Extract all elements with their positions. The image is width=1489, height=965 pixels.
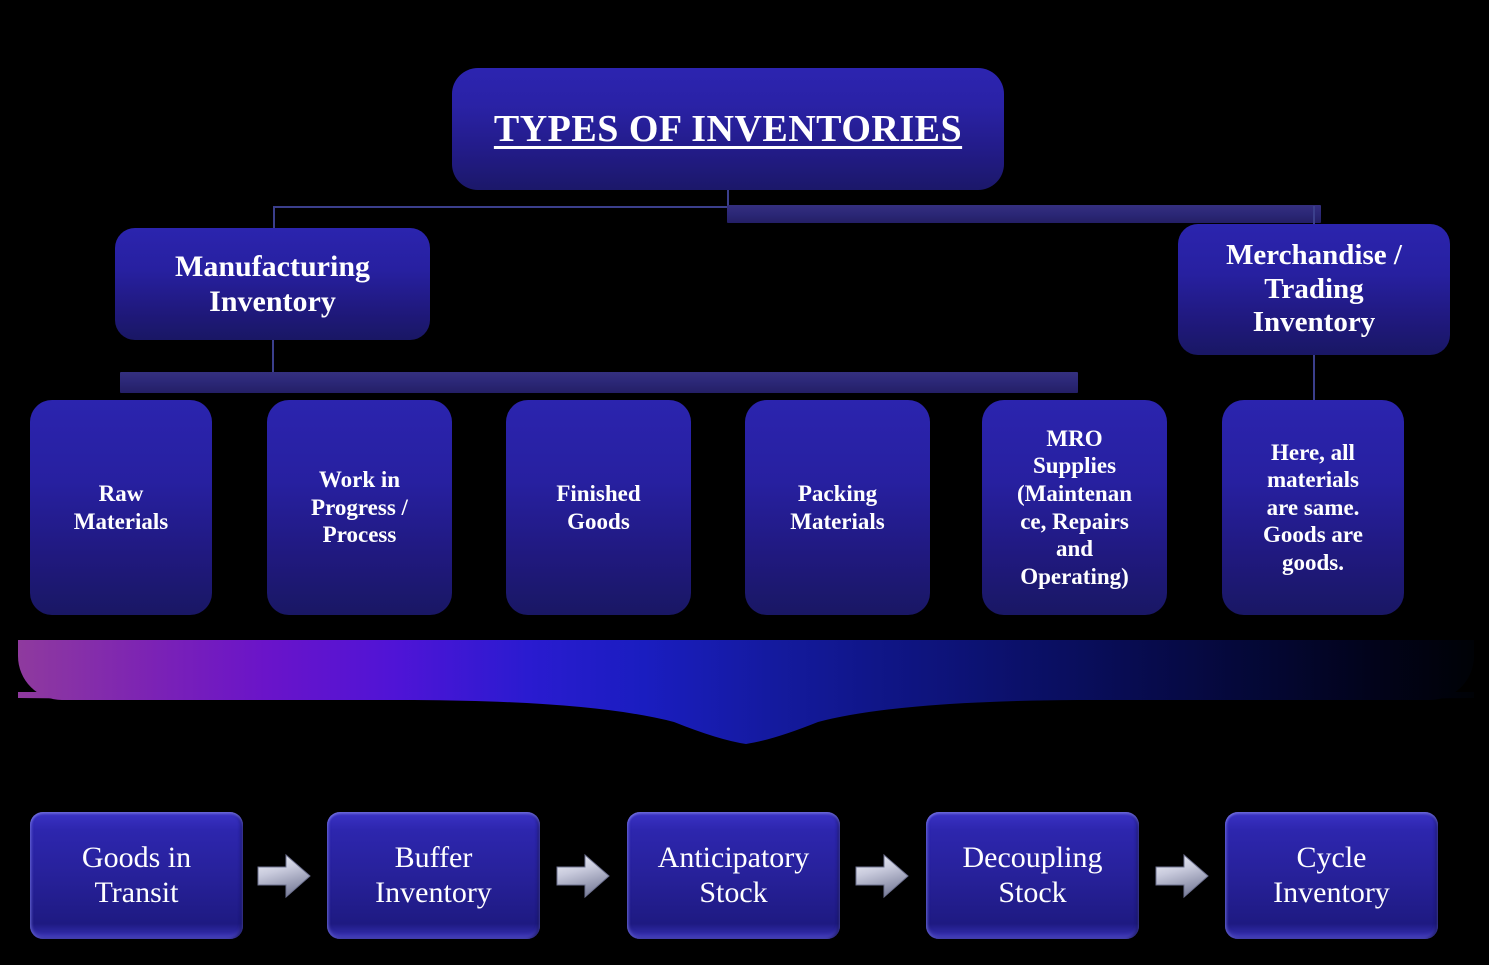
connector-manufacturing-stem (272, 340, 274, 374)
node-label: MRO Supplies (Maintenan ce, Repairs and Opera… (1017, 425, 1132, 589)
node-cycle-inventory: Cycle Inventory (1225, 812, 1438, 939)
right-arrow-icon (556, 853, 610, 899)
connector-merchandise-note-stem (1313, 355, 1315, 403)
node-finished-goods: Finished Goods (506, 400, 691, 615)
connector-title-horizontal (273, 206, 729, 208)
node-label: Cycle Inventory (1273, 841, 1390, 909)
node-label: Goods in Transit (81, 841, 192, 909)
node-buffer-inventory: Buffer Inventory (327, 812, 540, 939)
node-manufacturing-inventory: Manufacturing Inventory (115, 228, 430, 340)
node-label: Packing Materials (790, 480, 885, 534)
node-label: Finished Goods (556, 480, 641, 534)
right-arrow-icon (257, 853, 311, 899)
node-packing-materials: Packing Materials (745, 400, 930, 615)
gradient-swoosh-band (18, 640, 1474, 700)
page-title: TYPES OF INVENTORIES (493, 107, 963, 150)
node-merchandise-note: Here, all materials are same. Goods are good… (1222, 400, 1404, 615)
node-label: Decoupling Stock (962, 841, 1103, 909)
node-label: Buffer Inventory (375, 841, 492, 909)
node-label: Merchandise / Trading Inventory (1226, 239, 1402, 339)
node-label: Anticipatory Stock (657, 841, 810, 909)
node-label: Here, all materials are same. Goods are good… (1263, 439, 1363, 575)
connector-title-left-drop (273, 206, 275, 230)
diagram-canvas: TYPES OF INVENTORIES Manufacturing Invent… (0, 0, 1489, 965)
node-mro-supplies: MRO Supplies (Maintenan ce, Repairs and Opera… (982, 400, 1167, 615)
node-goods-in-transit: Goods in Transit (30, 812, 243, 939)
node-label: Manufacturing Inventory (175, 249, 370, 318)
node-work-in-progress: Work in Progress / Process (267, 400, 452, 615)
node-anticipatory-stock: Anticipatory Stock (627, 812, 840, 939)
right-arrow-icon (855, 853, 909, 899)
node-raw-materials: Raw Materials (30, 400, 212, 615)
connector-bar-to-merchandise (727, 205, 1321, 223)
node-label: Raw Materials (73, 480, 169, 534)
node-merchandise-trading-inventory: Merchandise / Trading Inventory (1178, 224, 1450, 355)
node-decoupling-stock: Decoupling Stock (926, 812, 1139, 939)
connector-bar-manufacturing-children (120, 372, 1078, 393)
node-label: Work in Progress / Process (311, 467, 408, 548)
right-arrow-icon (1155, 853, 1209, 899)
title-node: TYPES OF INVENTORIES (452, 68, 1004, 190)
